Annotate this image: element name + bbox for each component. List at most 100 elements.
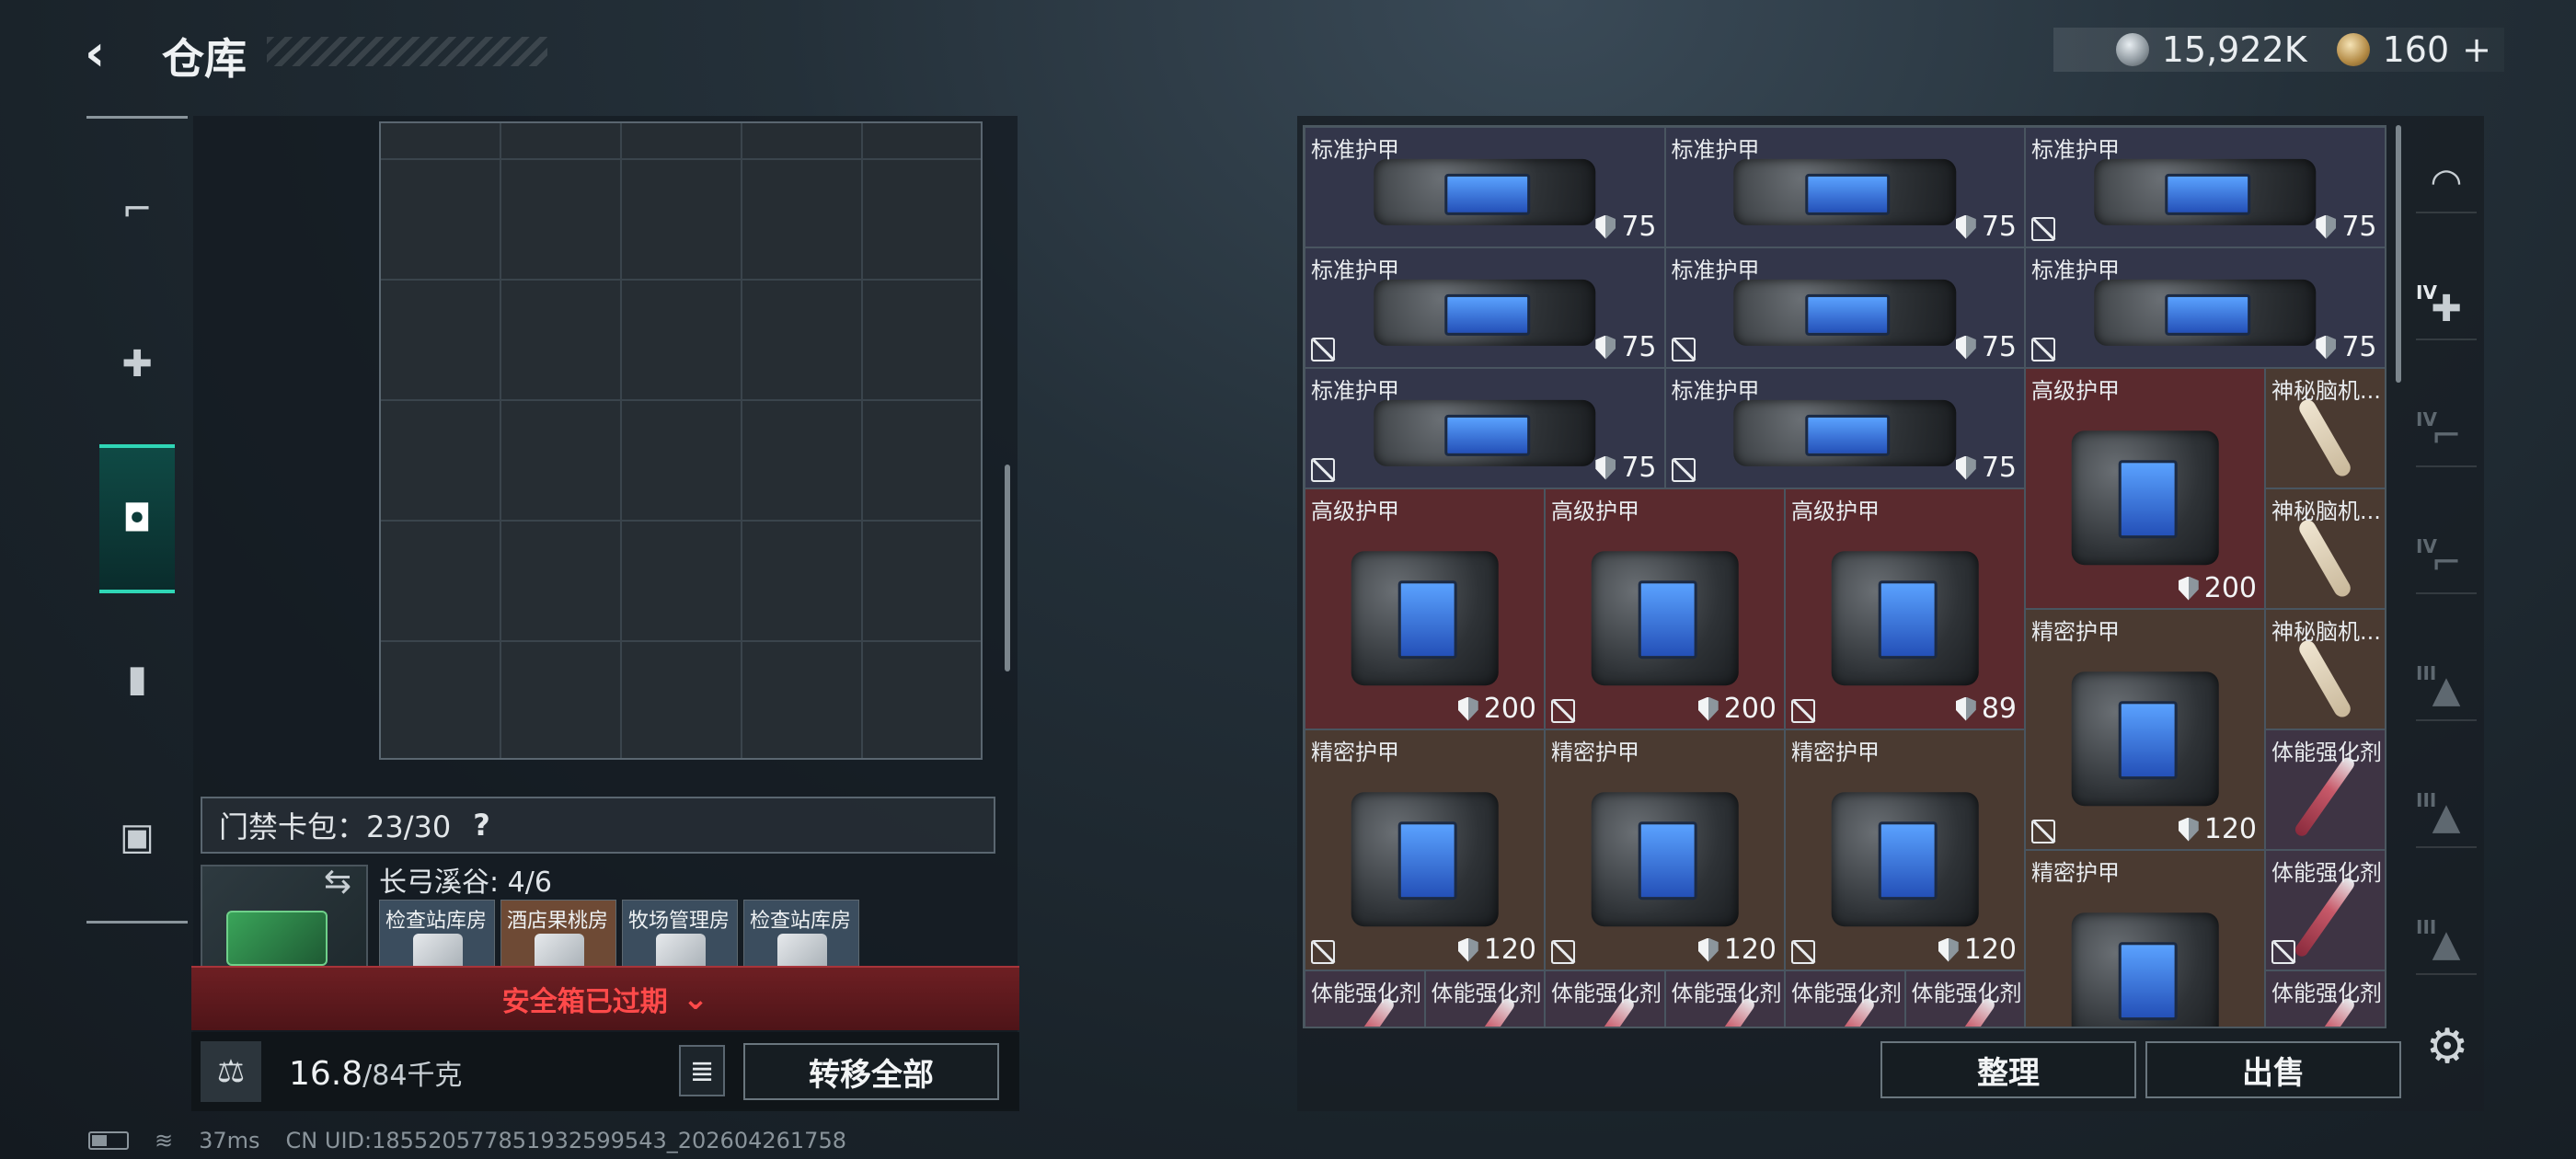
armor-bag-icon xyxy=(1831,792,1979,927)
shield-icon xyxy=(1955,335,1976,360)
inventory-item[interactable]: 标准护甲 75 xyxy=(1305,368,1665,488)
durability-value: 75 xyxy=(1981,452,2017,484)
inventory-item[interactable]: 高级护甲 200 xyxy=(1545,488,1785,729)
item-name: 体能强化剂 xyxy=(1671,981,1782,1006)
rifle-icon[interactable]: ⌐ IV xyxy=(2416,534,2477,594)
item-name: 精密护甲 xyxy=(2031,619,2120,645)
medkit-plus-icon[interactable]: ✚ IV xyxy=(2416,280,2477,340)
item-name: 高级护甲 xyxy=(2031,378,2120,404)
add-currency-button[interactable]: + xyxy=(2462,29,2491,70)
armor-bag-icon xyxy=(2094,279,2317,346)
armor-icon[interactable]: ▲ III xyxy=(2416,787,2477,848)
inventory-item[interactable]: 体能强化剂 xyxy=(2265,850,2385,970)
inventory-item[interactable]: 精密护甲 120 xyxy=(1545,729,1785,970)
inventory-item[interactable]: 神秘脑机... xyxy=(2265,488,2385,609)
item-durability: 120 xyxy=(1457,934,1536,966)
item-name: 标准护甲 xyxy=(2031,137,2120,163)
weight-current: 16.8 xyxy=(289,1055,363,1093)
help-icon[interactable]: ? xyxy=(473,808,490,843)
item-name: 体能强化剂 xyxy=(1431,981,1542,1006)
medkit-icon[interactable]: ✚ xyxy=(109,336,166,393)
item-durability: 75 xyxy=(1955,211,2017,243)
armor-bag-icon xyxy=(1733,399,1956,466)
item-durability: 75 xyxy=(2316,211,2377,243)
inventory-item[interactable]: 体能强化剂 xyxy=(1305,970,1425,1027)
armor-icon[interactable]: ▲ III xyxy=(2416,660,2477,721)
item-durability: 75 xyxy=(1595,452,1657,484)
sell-button[interactable]: 出售 xyxy=(2145,1041,2401,1098)
inventory-item[interactable]: 标准护甲 75 xyxy=(1664,247,2025,368)
shield-icon xyxy=(2178,576,2199,601)
room-card[interactable]: 检查站库房 xyxy=(379,900,495,973)
brain-chip-icon xyxy=(2296,517,2354,600)
item-durability: 89 xyxy=(1955,693,2017,725)
gear-icon[interactable]: ⚙ xyxy=(2421,1019,2473,1074)
armor-bag-icon xyxy=(2071,912,2219,1027)
keycard-bag[interactable]: 门禁卡包：23/30 ? xyxy=(201,797,995,854)
transfer-all-button[interactable]: 转移全部 xyxy=(743,1043,999,1100)
inventory-item[interactable]: 标准护甲 75 xyxy=(1305,247,1665,368)
inventory-item[interactable]: 高级护甲 89 xyxy=(1785,488,2025,729)
no-sell-icon xyxy=(1311,940,1335,964)
inventory-item[interactable]: 精密护甲 120 xyxy=(1305,729,1545,970)
inventory-item[interactable]: 体能强化剂 xyxy=(2265,729,2385,850)
armor-icon[interactable]: ▲ III xyxy=(2416,914,2477,975)
inventory-item[interactable]: 体能强化剂 xyxy=(1664,970,1785,1027)
inventory-item[interactable]: 标准护甲 75 xyxy=(1664,368,2025,488)
briefcase-icon[interactable]: ▣ xyxy=(109,809,166,866)
organize-button[interactable]: 整理 xyxy=(1880,1041,2136,1098)
back-button[interactable]: ‹ xyxy=(85,28,136,79)
shield-icon xyxy=(2178,817,2199,842)
shield-icon xyxy=(1955,455,1976,480)
injector-icon xyxy=(2293,876,2357,959)
room-card-label: 牧场管理房 xyxy=(628,910,730,933)
left-scrollbar[interactable] xyxy=(1005,465,1010,671)
inventory-item[interactable]: 体能强化剂 xyxy=(1545,970,1665,1027)
inventory-item[interactable]: 标准护甲 75 xyxy=(1305,127,1665,247)
tier-label: III xyxy=(2416,662,2437,684)
item-name: 精密护甲 xyxy=(1311,740,1399,765)
room-card[interactable]: 酒店果桃房 xyxy=(500,900,616,973)
backpack-icon[interactable]: ◘ xyxy=(109,490,166,547)
inventory-item[interactable]: 体能强化剂 xyxy=(2265,970,2385,1027)
item-durability: 120 xyxy=(2178,813,2257,845)
no-sell-icon xyxy=(2031,338,2055,361)
shield-icon xyxy=(2316,335,2337,360)
no-sell-icon xyxy=(1551,940,1575,964)
inventory-item[interactable]: 高级护甲 200 xyxy=(1305,488,1545,729)
room-card[interactable]: 检查站库房 xyxy=(743,900,859,973)
durability-value: 120 xyxy=(1483,934,1536,966)
room-card-label: 酒店果桃房 xyxy=(507,910,609,933)
armor-bag-icon xyxy=(1831,551,1979,686)
item-name: 体能强化剂 xyxy=(1311,981,1421,1006)
inventory-item[interactable]: 标准护甲 75 xyxy=(1664,127,2025,247)
title-decoration xyxy=(267,37,547,66)
inventory-item[interactable]: 精密护甲 120 xyxy=(2025,609,2265,850)
item-name: 高级护甲 xyxy=(1791,499,1880,524)
no-sell-icon xyxy=(2031,820,2055,843)
inventory-item[interactable]: 标准护甲 75 xyxy=(2025,127,2385,247)
inventory-item[interactable]: 精密护甲 xyxy=(2025,850,2265,1027)
inventory-item[interactable]: 神秘脑机... xyxy=(2265,609,2385,729)
vest-icon[interactable]: ▮ xyxy=(109,650,166,707)
inventory-item[interactable]: 体能强化剂 xyxy=(1424,970,1545,1027)
inventory-item[interactable]: 高级护甲 200 xyxy=(2025,368,2265,609)
helmet-icon[interactable]: ◠ xyxy=(2416,153,2477,213)
pistol-icon[interactable]: ⌐ xyxy=(109,181,166,238)
inventory-item[interactable]: 标准护甲 75 xyxy=(2025,247,2385,368)
item-name: 神秘脑机... xyxy=(2271,378,2381,404)
item-name: 体能强化剂 xyxy=(1911,981,2022,1006)
container-grid[interactable] xyxy=(379,121,983,760)
swap-icon[interactable]: ⇆ xyxy=(324,863,351,901)
rifle-icon[interactable]: ⌐ IV xyxy=(2416,407,2477,467)
inventory-item[interactable]: 体能强化剂 xyxy=(1785,970,1905,1027)
inventory-grid: 标准护甲 75 标准护甲 75 标准护甲 75 标准护甲 75 标准护甲 75 标准护甲 75 标准护甲… xyxy=(1303,125,2386,1028)
inventory-scrollbar[interactable] xyxy=(2396,125,2401,383)
inventory-item[interactable]: 体能强化剂 xyxy=(1904,970,2025,1027)
item-name: 高级护甲 xyxy=(1551,499,1639,524)
room-card[interactable]: 牧场管理房 xyxy=(622,900,738,973)
list-view-button[interactable]: ≣ xyxy=(679,1045,725,1096)
inventory-item[interactable]: 神秘脑机... xyxy=(2265,368,2385,488)
safe-box-expired-banner[interactable]: 安全箱已过期 ⌄ xyxy=(191,966,1019,1030)
inventory-item[interactable]: 精密护甲 120 xyxy=(1785,729,2025,970)
